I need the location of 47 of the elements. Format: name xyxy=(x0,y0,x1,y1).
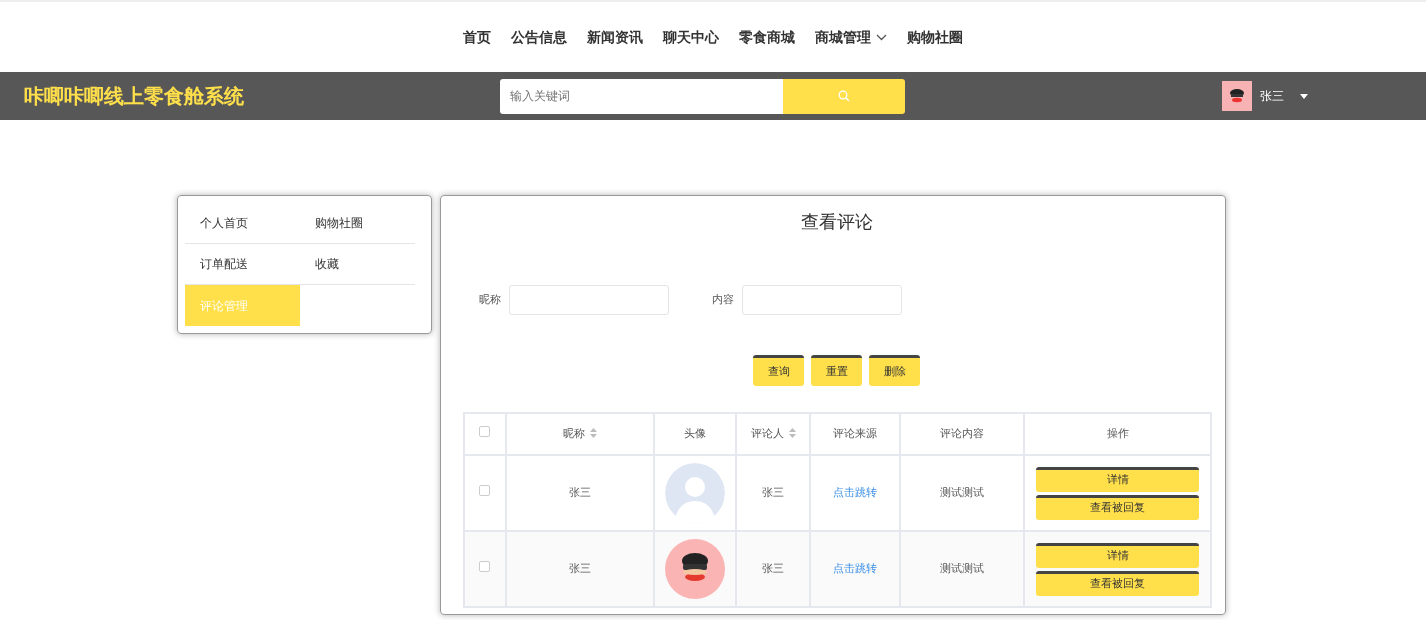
nav-link[interactable]: 首页 xyxy=(453,26,501,48)
filter-label: 内容 xyxy=(711,291,734,308)
column-header[interactable]: 评论人 xyxy=(736,413,810,455)
toolbar-button[interactable]: 查询 xyxy=(753,355,804,386)
nav-link[interactable]: 零食商城 xyxy=(729,26,805,48)
checkbox[interactable] xyxy=(479,560,491,572)
chevron-down-icon xyxy=(876,33,887,41)
toolbar-button[interactable]: 删除 xyxy=(869,355,920,386)
sidebar-item[interactable]: 个人首页 xyxy=(185,203,300,244)
sidebar-item[interactable]: 收藏 xyxy=(300,244,415,285)
avatar-icon[interactable] xyxy=(1222,81,1252,111)
column-header: 操作 xyxy=(1024,413,1211,455)
nav-link[interactable]: 购物社圈 xyxy=(897,26,973,48)
action-button[interactable]: 查看被回复 xyxy=(1036,570,1200,596)
sort-icon[interactable] xyxy=(788,427,796,438)
table-cell: 张三 xyxy=(505,531,655,607)
checkbox[interactable] xyxy=(479,425,491,437)
panel-title: 查看评论 xyxy=(800,210,874,234)
nav-link[interactable]: 商城管理 xyxy=(805,26,897,48)
nav-link[interactable]: 公告信息 xyxy=(501,26,577,48)
search-icon xyxy=(838,90,850,102)
sidebar-item[interactable]: 购物社圈 xyxy=(300,203,415,244)
search-field[interactable]: 输入关键词 xyxy=(500,78,783,114)
source-link[interactable]: 点击跳转 xyxy=(832,485,877,499)
checkbox[interactable] xyxy=(479,484,491,496)
user-name[interactable]: 张三 xyxy=(1260,87,1284,105)
site-title: 咔唧咔唧线上零食舱系统 xyxy=(23,83,245,110)
input-field[interactable] xyxy=(509,285,669,315)
column-header: 评论内容 xyxy=(899,413,1025,455)
action-button[interactable]: 详情 xyxy=(1036,466,1200,492)
action-button[interactable]: 查看被回复 xyxy=(1036,494,1200,520)
search-button[interactable] xyxy=(783,78,905,114)
user-silhouette-icon xyxy=(665,463,726,523)
caret-icon[interactable] xyxy=(1300,93,1308,99)
sort-icon[interactable] xyxy=(590,427,598,438)
column-header: 头像 xyxy=(654,413,737,455)
cartoon-avatar-icon xyxy=(665,539,726,599)
column-header[interactable]: 昵称 xyxy=(505,413,655,455)
nav-link[interactable]: 新闻资讯 xyxy=(577,26,653,48)
nav-link[interactable]: 聊天中心 xyxy=(653,26,729,48)
filter-label: 昵称 xyxy=(478,291,501,308)
table-cell: 张三 xyxy=(736,531,810,607)
action-button[interactable]: 详情 xyxy=(1036,542,1200,568)
toolbar-button[interactable]: 重置 xyxy=(811,355,862,386)
table-cell: 测试测试 xyxy=(899,531,1025,607)
input-field[interactable] xyxy=(742,285,902,315)
column-header: 评论来源 xyxy=(809,413,900,455)
